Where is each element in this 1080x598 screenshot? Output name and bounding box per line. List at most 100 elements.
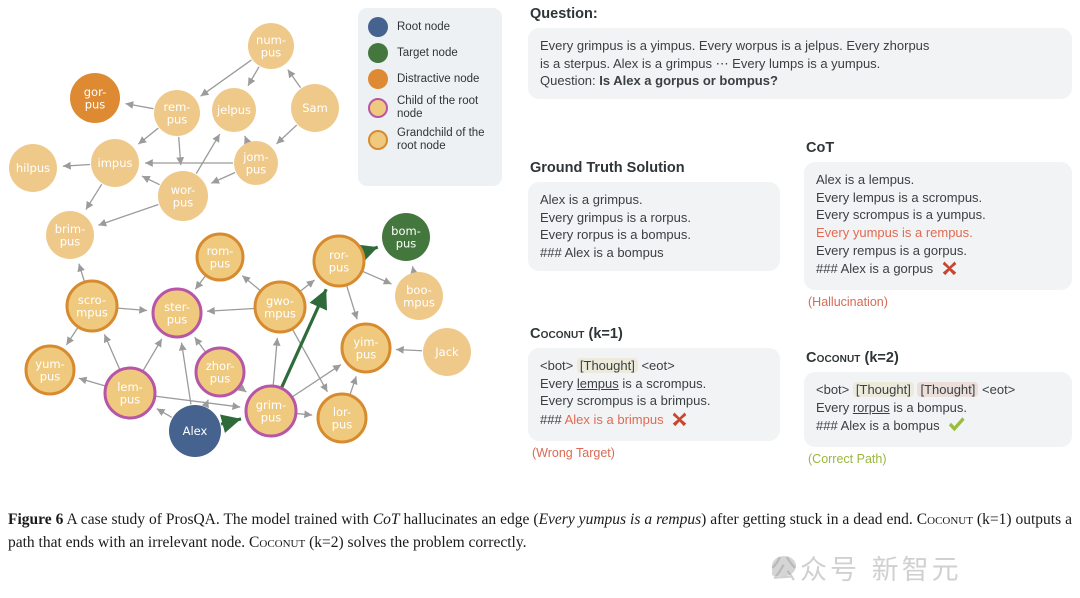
graph-node-zhorpus[interactable]: zhor-pus — [194, 346, 246, 398]
graph-edge — [206, 306, 255, 315]
coconut-k2-title: Coconut (k=2) — [806, 350, 1072, 366]
graph-node-jack[interactable]: Jack — [423, 328, 471, 376]
cot-hallucinated-line: Every yumpus is a rempus. — [816, 225, 973, 241]
caption-edge-italic: Every yumpus is a rempus — [538, 511, 702, 528]
check-mark-icon — [947, 416, 966, 438]
node-circle[interactable] — [291, 84, 339, 132]
graph-edge — [244, 135, 252, 145]
graph-node-worpus[interactable]: wor-pus — [158, 171, 208, 221]
graph-node-numpus[interactable]: num-pus — [248, 23, 294, 69]
watermark-logo-icon — [772, 556, 796, 576]
coconut-k1-block: Coconut (k=1) <bot> [Thought] <eot> Ever… — [528, 326, 780, 460]
bot-token: <bot> — [816, 382, 850, 397]
graph-node-gwompus[interactable]: gwo-mpus — [253, 280, 307, 334]
graph-edge — [356, 244, 379, 263]
graph-node-scrompus[interactable]: scro-mpus — [65, 279, 119, 333]
coconut-k2-bubble: <bot> [Thought] [Thought] <eot> Every ro… — [804, 372, 1072, 448]
cot-title: CoT — [806, 140, 835, 156]
gt-line-2: Every grimpus is a rorpus. — [540, 209, 691, 225]
node-circle[interactable] — [103, 366, 157, 420]
graph-edge — [178, 342, 192, 405]
graph-edge — [346, 285, 359, 320]
graph-node-impus[interactable]: impus — [91, 139, 139, 187]
graph-edge — [156, 408, 173, 418]
graph-node-rempus[interactable]: rem-pus — [154, 90, 200, 136]
question-title: Question: — [530, 6, 598, 22]
legend-label-distractive-node: Distractive node — [397, 72, 480, 85]
node-circle[interactable] — [194, 346, 246, 398]
node-circle[interactable] — [340, 322, 392, 374]
graph-node-gorpus[interactable]: gor-pus — [70, 73, 120, 123]
cot-answer-line: ### Alex is a gorpus — [816, 259, 1060, 281]
graph-node-grimpus[interactable]: grim-pus — [244, 384, 298, 438]
node-circle[interactable] — [158, 171, 208, 221]
node-circle[interactable] — [382, 213, 430, 261]
node-circle[interactable] — [248, 23, 294, 69]
coconut-k1-title: Coconut (k=1) — [530, 326, 780, 342]
node-circle[interactable] — [195, 232, 245, 282]
cot-line-5: Every rempus is a gorpus. — [816, 242, 968, 258]
graph-node-yumpus[interactable]: yum-pus — [24, 344, 76, 396]
graph-node-alex[interactable]: Alex — [169, 405, 221, 457]
coconut-k1-line1-suffix: is a scrompus. — [618, 375, 707, 391]
graph-node-yimpus[interactable]: yim-pus — [340, 322, 392, 374]
coconut-k2-block: Coconut (k=2) <bot> [Thought] [Thought] … — [804, 350, 1072, 466]
graph-node-rompus[interactable]: rom-pus — [195, 232, 245, 282]
eot-token: <eot> — [982, 382, 1016, 397]
cross-mark-icon — [941, 259, 958, 281]
node-circle[interactable] — [244, 384, 298, 438]
node-circle[interactable] — [212, 88, 256, 132]
graph-node-jelpus[interactable]: jelpus — [212, 88, 256, 132]
node-circle[interactable] — [91, 139, 139, 187]
graph-edge — [98, 203, 159, 227]
node-circle[interactable] — [395, 272, 443, 320]
node-circle[interactable] — [65, 279, 119, 333]
legend-label-root-node: Root node — [397, 20, 451, 33]
graph-node-lempus[interactable]: lem-pus — [103, 366, 157, 420]
thought-token-1: [Thought] — [576, 358, 638, 373]
node-circle[interactable] — [169, 405, 221, 457]
caption-part-3: ) after getting stuck in a dead end. — [701, 511, 917, 528]
graph-node-sterpus[interactable]: ster-pus — [151, 287, 203, 339]
node-circle[interactable] — [9, 144, 57, 192]
cot-line-3: Every scrompus is a yumpus. — [816, 207, 986, 223]
graph-node-rorpus[interactable]: ror-pus — [312, 234, 366, 288]
graph-node-sam[interactable]: Sam — [291, 84, 339, 132]
graph-edge — [292, 329, 328, 393]
node-circle[interactable] — [423, 328, 471, 376]
node-circle[interactable] — [253, 280, 307, 334]
graph-edge — [194, 336, 206, 353]
node-circle[interactable] — [316, 392, 368, 444]
node-circle[interactable] — [312, 234, 366, 288]
graph-node-boompus[interactable]: boo-mpus — [395, 272, 443, 320]
node-circle[interactable] — [70, 73, 120, 123]
graph-node-bompus[interactable]: bom-pus — [382, 213, 430, 261]
gt-line-4: ### Alex is a bompus — [540, 245, 664, 261]
legend-item-distractive: Distractive node — [368, 69, 492, 89]
coconut-k1-line-1: Every lempus is a scrompus. — [540, 375, 768, 393]
node-circle[interactable] — [234, 141, 278, 185]
coconut-k2-token-line: <bot> [Thought] [Thought] <eot> — [816, 381, 1060, 399]
node-circle[interactable] — [151, 287, 203, 339]
graph-edge — [276, 124, 298, 145]
graph-node-brimpus[interactable]: brim-pus — [46, 211, 94, 259]
node-circle[interactable] — [154, 90, 200, 136]
coconut-k2-underlined-word: rorpus — [852, 399, 890, 415]
graph-edge — [141, 175, 160, 186]
bot-token: <bot> — [540, 358, 574, 373]
caption-part-5: (k=2) solves the problem correctly. — [305, 534, 527, 552]
coconut-k2-title-suffix: (k=2) — [860, 350, 899, 366]
coconut-k2-title-name: Coconut — [806, 350, 861, 366]
graph-node-jompus[interactable]: jom-pus — [234, 141, 278, 185]
graph-node-hilpus[interactable]: hilpus — [9, 144, 57, 192]
node-circle[interactable] — [46, 211, 94, 259]
coconut-k2-line1-suffix: is a bompus. — [889, 399, 968, 415]
cot-block: CoT Alex is a lempus. Every lempus is a … — [804, 140, 1072, 309]
graph-edge — [195, 133, 221, 174]
node-circle[interactable] — [24, 344, 76, 396]
graph-node-lorpus[interactable]: lor-pus — [316, 392, 368, 444]
caption-part-2: hallucinates an edge ( — [399, 511, 539, 528]
coconut-k2-answer-line: ### Alex is a bompus — [816, 416, 1060, 438]
legend-dot-root-node — [368, 17, 388, 37]
legend-label-child-node: Child of the root node — [397, 95, 479, 120]
